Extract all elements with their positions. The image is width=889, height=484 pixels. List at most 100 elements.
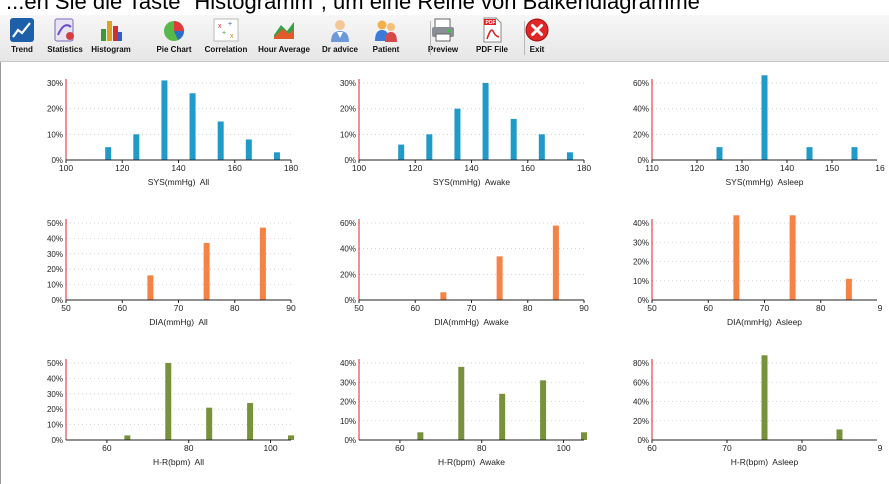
svg-text:PDF: PDF: [485, 20, 495, 26]
histogram-bar: [836, 429, 843, 440]
x-tick-label: 16: [875, 163, 885, 173]
y-tick-label: 20%: [47, 105, 63, 114]
y-tick-label: 20%: [47, 265, 63, 274]
histogram-bar: [789, 215, 796, 300]
histogram-bar: [761, 75, 768, 160]
y-tick-label: 20%: [340, 270, 356, 279]
histogram-bar: [133, 134, 140, 160]
histogram-bar: [288, 435, 294, 440]
toolbar-button-dr-advice[interactable]: Dr advice: [322, 16, 358, 60]
toolbar-button-label: Exit: [529, 45, 545, 54]
toolbar-button-patient[interactable]: Patient: [372, 16, 400, 60]
histogram-bar: [552, 225, 559, 300]
histogram-chart: 0% 10% 20% 30% 40% 50% 60 80 100 H-R(bpm) All: [47, 359, 294, 467]
y-tick-label: 50%: [47, 359, 63, 368]
x-tick-label: 150: [825, 163, 839, 173]
y-tick-label: 20%: [633, 417, 649, 426]
x-tick-label: 80: [184, 443, 194, 453]
y-tick-label: 30%: [47, 79, 63, 88]
x-tick-label: 70: [722, 443, 732, 453]
y-tick-label: 10%: [340, 130, 356, 139]
y-tick-label: 50%: [47, 219, 63, 228]
histogram-bar: [165, 363, 172, 440]
y-tick-label: 80%: [633, 359, 649, 368]
y-tick-label: 30%: [47, 250, 63, 259]
y-tick-label: 40%: [633, 219, 649, 228]
y-tick-label: 20%: [633, 130, 649, 139]
trend-chart-icon: [8, 16, 36, 44]
histogram-bar: [733, 215, 740, 300]
histogram-chart: 0%20%40%60%50 60 70 80 90DIA(mmHg) Awake: [340, 219, 589, 327]
histogram-bar: [217, 121, 224, 160]
x-tick-label: 80: [230, 303, 240, 313]
y-tick-label: 10%: [47, 421, 63, 430]
x-axis-label: DIA(mmHg) Asleep: [727, 317, 802, 327]
x-tick-label: 180: [284, 163, 298, 173]
histogram-bar: [581, 432, 587, 440]
histogram-bar: [245, 139, 252, 160]
toolbar: Trend Statistics Histogram Pie Chart x + + x Cor…: [0, 15, 889, 62]
svg-text:+: +: [228, 21, 232, 28]
histogram-bar: [273, 152, 280, 160]
x-tick-label: 70: [174, 303, 184, 313]
x-tick-label: 50: [647, 303, 657, 313]
toolbar-button-preview[interactable]: Preview: [428, 16, 458, 60]
x-tick-label: 140: [780, 163, 794, 173]
y-tick-label: 40%: [47, 374, 63, 383]
histogram-bar: [203, 243, 210, 300]
y-tick-label: 0%: [51, 436, 63, 445]
toolbar-button-statistics[interactable]: Statistics: [47, 16, 83, 60]
y-tick-label: 30%: [633, 238, 649, 247]
histogram-bar: [806, 147, 813, 160]
x-tick-label: 50: [61, 303, 71, 313]
x-tick-label: 160: [228, 163, 242, 173]
toolbar-button-label: Statistics: [47, 45, 83, 54]
histogram-chart: 0% 10% 20% 30% 40% 60 80 100 H-R(bpm) Awake: [340, 359, 587, 467]
toolbar-button-label: Correlation: [204, 45, 248, 54]
toolbar-button-label: Trend: [11, 45, 33, 54]
toolbar-button-pie-chart[interactable]: Pie Chart: [156, 16, 192, 60]
toolbar-button-histogram[interactable]: Histogram: [91, 16, 131, 60]
toolbar-button-label: Preview: [427, 45, 459, 54]
histogram-bar: [105, 147, 112, 160]
histogram-icon: [97, 16, 125, 44]
histogram-bar: [499, 393, 506, 440]
toolbar-button-trend[interactable]: Trend: [8, 16, 36, 60]
x-tick-label: 60: [647, 443, 657, 453]
histogram-chart: 0%20%40%60%80%60 70 80 9H-R(bpm) Asleep: [633, 355, 883, 467]
x-tick-label: 80: [477, 443, 487, 453]
x-tick-label: 60: [395, 443, 405, 453]
x-tick-label: 60: [704, 303, 714, 313]
y-tick-label: 20%: [47, 405, 63, 414]
x-axis-label: SYS(mmHg) Asleep: [726, 177, 804, 187]
toolbar-button-hour-average[interactable]: Hour Average: [258, 16, 310, 60]
histogram-bar: [189, 93, 196, 160]
toolbar-button-pdf-file[interactable]: PDF PDF File: [476, 16, 508, 60]
x-tick-label: 60: [118, 303, 128, 313]
x-tick-label: 80: [523, 303, 533, 313]
x-axis-label: SYS(mmHg) All: [148, 177, 210, 187]
y-tick-label: 40%: [340, 245, 356, 254]
y-tick-label: 10%: [340, 417, 356, 426]
toolbar-button-exit[interactable]: Exit: [523, 16, 551, 60]
x-tick-label: 80: [797, 443, 807, 453]
pdf-icon: PDF: [478, 16, 506, 44]
x-tick-label: 50: [354, 303, 364, 313]
histogram-bar: [124, 435, 131, 440]
toolbar-button-label: Hour Average: [258, 45, 310, 54]
x-tick-label: 60: [411, 303, 421, 313]
toolbar-button-label: Dr advice: [321, 45, 359, 54]
histogram-bar: [540, 380, 547, 440]
histogram-chart: 0%10%20%30%40%50 60 70 80 9DIA(mmHg) Asleep: [633, 215, 883, 327]
x-tick-label: 70: [760, 303, 770, 313]
x-tick-label: 100: [352, 163, 366, 173]
x-tick-label: 120: [115, 163, 129, 173]
y-tick-label: 20%: [340, 105, 356, 114]
x-tick-label: 120: [690, 163, 704, 173]
doctor-icon: [326, 16, 354, 44]
y-tick-label: 30%: [340, 378, 356, 387]
x-tick-label: 90: [286, 303, 296, 313]
y-tick-label: 10%: [47, 281, 63, 290]
histogram-chart: 0%20%40%60%110 120 130 140 150 16SYS(mmHg) As…: [633, 75, 885, 187]
toolbar-button-correlation[interactable]: x + + x Correlation: [204, 16, 248, 60]
